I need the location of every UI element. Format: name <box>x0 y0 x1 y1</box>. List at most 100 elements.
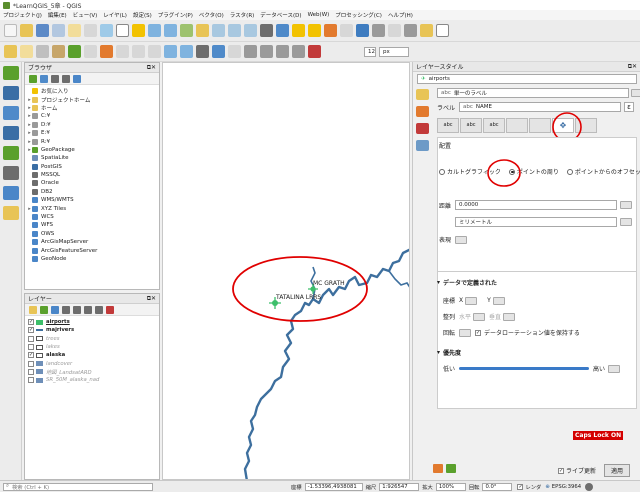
labels-tab-icon[interactable] <box>416 106 429 117</box>
menu-item-8[interactable]: データベース(D) <box>260 11 301 19</box>
filter-icon[interactable] <box>51 74 59 83</box>
layer-visibility-checkbox[interactable] <box>28 368 34 375</box>
map-tips-icon[interactable] <box>420 24 433 37</box>
menu-item-2[interactable]: ビュー(V) <box>73 11 98 19</box>
select-features-icon[interactable] <box>308 24 321 37</box>
rotation-override-button[interactable] <box>459 328 472 337</box>
add-vector-layer-icon[interactable] <box>3 66 19 80</box>
priority-section[interactable]: ▾ 優先度 <box>437 348 461 357</box>
distance-unit-select[interactable]: ミリメートル <box>455 217 617 227</box>
field-calculator-icon[interactable] <box>356 24 369 37</box>
priority-override-button[interactable] <box>608 364 621 373</box>
new-project-icon[interactable] <box>4 24 17 37</box>
panel-close-icon[interactable]: ⧉✕ <box>147 295 156 303</box>
current-edits-icon[interactable] <box>4 45 17 58</box>
locator-search-input[interactable]: ⌕ 検索 (Ctrl + K) <box>3 482 153 491</box>
zoom-next-icon[interactable] <box>244 24 257 37</box>
zoom-full-icon[interactable] <box>180 24 193 37</box>
apply-button[interactable]: 適用 <box>604 464 631 477</box>
placement-option[interactable]: ポイントからのオフセット <box>566 167 640 176</box>
layer-visibility-checkbox[interactable] <box>28 335 34 342</box>
browser-item[interactable]: WCS <box>27 213 157 221</box>
collapse-all-icon[interactable] <box>62 74 70 83</box>
menu-item-5[interactable]: プラグイン(P) <box>158 11 193 19</box>
browser-item[interactable]: ▸ XYZ Tiles <box>27 204 157 212</box>
priority-slider[interactable] <box>459 367 590 370</box>
unit-override-button[interactable] <box>620 218 632 226</box>
menu-item-0[interactable]: プロジェクト(J) <box>3 11 42 19</box>
zoom-selection-icon[interactable] <box>212 24 225 37</box>
background-tab-icon[interactable] <box>506 118 528 133</box>
shadow-tab-icon[interactable] <box>529 118 551 133</box>
scale-field[interactable]: 1:926547 <box>379 482 420 491</box>
browser-item[interactable]: MSSQL <box>27 171 157 179</box>
browser-item[interactable]: WMS/WMTS <box>27 196 157 204</box>
filter-legend-icon[interactable] <box>62 305 70 314</box>
distance-input[interactable]: 0.0000 <box>455 200 617 210</box>
menu-item-7[interactable]: ラスタ(R) <box>230 11 255 19</box>
filter-expression-icon[interactable] <box>73 305 81 314</box>
browser-item[interactable]: WFS <box>27 221 157 229</box>
deselect-icon[interactable] <box>324 24 337 37</box>
text-annotation-icon[interactable] <box>436 24 449 37</box>
open-project-icon[interactable] <box>20 24 33 37</box>
menu-item-4[interactable]: 設定(S) <box>133 11 152 19</box>
add-wms-icon[interactable] <box>3 186 19 200</box>
sum-icon[interactable] <box>404 24 417 37</box>
render-checkbox[interactable]: ✓ <box>517 483 524 490</box>
toggle-editing-icon[interactable] <box>20 45 33 58</box>
layer-visibility-checkbox[interactable]: ✓ <box>28 352 34 359</box>
formatting-tab-icon[interactable]: abc <box>460 118 482 133</box>
x-override-button[interactable] <box>465 296 478 305</box>
new-print-layout-icon[interactable] <box>68 24 81 37</box>
layer-visibility-checkbox[interactable]: ✓ <box>28 319 34 326</box>
add-raster-layer-icon[interactable] <box>3 86 19 100</box>
undo-icon[interactable] <box>164 45 177 58</box>
browser-item[interactable]: ArcGisFeatureServer <box>27 246 157 254</box>
new-map-view-icon[interactable] <box>260 24 273 37</box>
save-project-icon[interactable] <box>36 24 49 37</box>
change-label-icon[interactable] <box>292 45 305 58</box>
cut-icon[interactable] <box>116 45 129 58</box>
collapse-all-icon[interactable] <box>95 305 103 314</box>
add-mssql-icon[interactable] <box>3 166 19 180</box>
snap-unit-select[interactable]: px <box>379 46 409 57</box>
valign-override-button[interactable] <box>503 312 516 321</box>
placement-radio[interactable] <box>439 168 445 175</box>
statistics-icon[interactable] <box>372 24 385 37</box>
add-spatialite-icon[interactable] <box>3 146 19 160</box>
symbology-tab-icon[interactable] <box>416 89 429 100</box>
layer-row[interactable]: ✓ majrivers <box>28 326 156 334</box>
layer-row[interactable]: trees <box>28 335 156 343</box>
layer-row[interactable]: ✓ airports <box>28 318 156 326</box>
browser-item[interactable]: ArcGisMapServer <box>27 238 157 246</box>
browser-item[interactable]: SpatiaLite <box>27 154 157 162</box>
delete-icon[interactable] <box>100 45 113 58</box>
distance-override-button[interactable] <box>620 201 632 209</box>
pan-to-selection-icon[interactable] <box>132 24 145 37</box>
pin-labels-icon[interactable] <box>260 45 273 58</box>
diagrams-tab-icon[interactable] <box>416 123 429 134</box>
browser-item[interactable]: ▸ プロジェクトホーム <box>27 95 157 104</box>
open-layer-styling-icon[interactable] <box>29 305 37 314</box>
history-tab-icon[interactable] <box>416 140 429 151</box>
menu-item-9[interactable]: Web(W) <box>308 12 330 18</box>
browser-item[interactable]: GeoNode <box>27 255 157 263</box>
layer-row[interactable]: landcover <box>28 359 156 367</box>
save-as-icon[interactable] <box>52 24 65 37</box>
add-postgis-layer-icon[interactable] <box>3 126 19 140</box>
undo-style-icon[interactable] <box>433 464 443 473</box>
layer-visibility-checkbox[interactable] <box>28 377 34 384</box>
layer-visibility-checkbox[interactable] <box>28 360 34 367</box>
add-point-icon[interactable] <box>52 45 65 58</box>
layer-select[interactable]: ✈ airports <box>417 74 637 84</box>
layer-visibility-checkbox[interactable] <box>28 344 34 351</box>
pan-icon[interactable] <box>116 24 129 37</box>
renderer-options-button[interactable] <box>631 89 640 97</box>
move-feature-icon[interactable] <box>84 45 97 58</box>
halign-override-button[interactable] <box>473 312 486 321</box>
measure-icon[interactable] <box>388 24 401 37</box>
rotate-label-icon[interactable] <box>276 45 289 58</box>
add-group-icon[interactable] <box>40 305 48 314</box>
browser-item[interactable]: ▸ ホーム <box>27 104 157 112</box>
